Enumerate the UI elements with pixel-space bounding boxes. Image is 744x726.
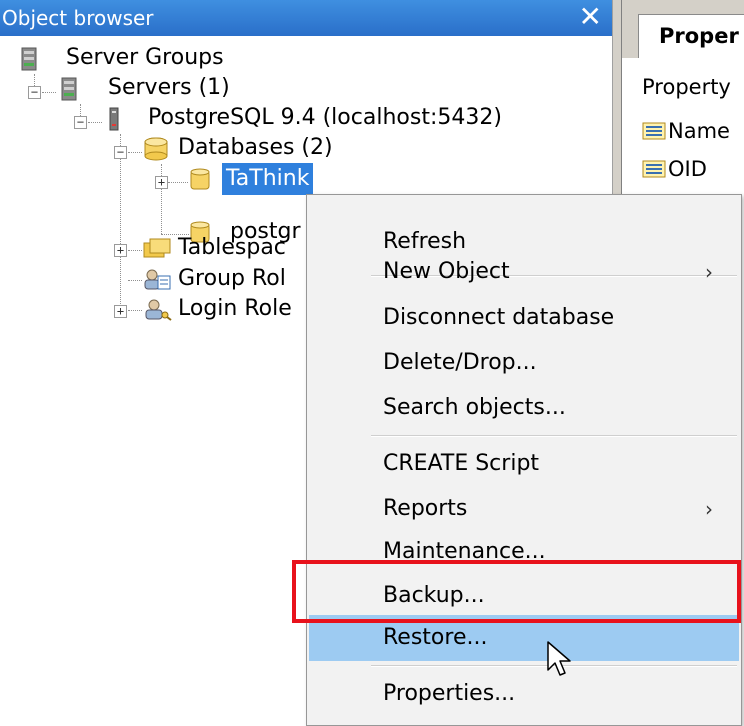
tree-item-databases[interactable]: Databases (2) <box>142 132 442 164</box>
menu-item-delete-drop[interactable]: Delete/Drop... <box>309 340 739 386</box>
menu-item-backup[interactable]: Backup... <box>309 573 739 619</box>
object-browser-title: Object browser <box>2 6 154 30</box>
property-label: OID <box>668 157 707 181</box>
expand-toggle[interactable]: + <box>114 244 127 257</box>
tree-line <box>128 152 142 153</box>
menu-item-label: Search objects... <box>383 395 566 420</box>
menu-item-label: Delete/Drop... <box>383 350 537 375</box>
submenu-arrow-icon: › <box>705 497 713 521</box>
tree-label: Group Rol <box>178 266 286 291</box>
menu-item-label: Reports <box>383 496 468 521</box>
tree-item-postgresql-server[interactable]: PostgreSQL 9.4 (localhost:5432) <box>104 102 564 134</box>
menu-item-label: Restore... <box>383 625 488 650</box>
tree-line <box>128 250 142 251</box>
tree-label: PostgreSQL 9.4 (localhost:5432) <box>148 105 502 130</box>
mouse-pointer-icon <box>547 641 571 676</box>
tree-label: Login Role <box>178 296 292 321</box>
context-menu: Refresh New Object › Disconnect database… <box>306 194 742 726</box>
properties-tab-bar: Proper <box>622 0 744 58</box>
menu-separator <box>371 435 737 437</box>
menu-item-label: Disconnect database <box>383 305 615 330</box>
tree-label: Databases (2) <box>178 135 333 160</box>
menu-item-properties[interactable]: Properties... <box>309 671 739 717</box>
menu-item-label: New Object <box>383 259 510 284</box>
collapse-toggle[interactable]: − <box>74 116 87 129</box>
menu-item-label: Properties... <box>383 681 516 706</box>
submenu-arrow-icon: › <box>705 260 713 284</box>
menu-item-label: Backup... <box>383 583 485 608</box>
tree-line <box>120 134 121 314</box>
menu-item-label: Maintenance... <box>383 539 546 564</box>
menu-item-maintenance[interactable]: Maintenance... <box>309 529 739 575</box>
tree-item-server-groups[interactable]: Server Groups <box>20 42 320 74</box>
expand-toggle[interactable]: + <box>155 176 168 189</box>
collapse-toggle[interactable]: − <box>28 86 41 99</box>
tree-label: Tablespac <box>178 235 286 260</box>
servers-icon <box>61 77 77 101</box>
group-roles-icon <box>144 269 171 290</box>
tree-item-group-roles[interactable]: Group Rol <box>142 263 312 295</box>
menu-item-new-object[interactable]: New Object › <box>309 249 739 295</box>
tree-label: Servers (1) <box>108 75 230 100</box>
tree-item-database-tathink[interactable]: TaThink <box>188 163 348 195</box>
tree-line <box>168 182 188 183</box>
properties-header-property: Property <box>642 75 731 99</box>
close-icon[interactable]: ✕ <box>579 0 602 36</box>
tree-label: Server Groups <box>66 45 224 70</box>
collapse-toggle[interactable]: − <box>114 146 127 159</box>
object-browser-title-bar: Object browser ✕ <box>0 0 612 36</box>
tree-line <box>128 280 142 281</box>
server-groups-icon <box>21 47 37 71</box>
menu-item-reports[interactable]: Reports › <box>309 486 739 532</box>
tree-line <box>42 92 56 93</box>
menu-item-restore[interactable]: Restore... <box>309 615 739 661</box>
tree-label-selected: TaThink <box>222 163 314 195</box>
login-roles-icon <box>145 299 172 321</box>
database-icon <box>190 168 210 190</box>
folder-icon <box>143 238 171 258</box>
menu-item-label: CREATE Script <box>383 451 540 476</box>
tree-item-login-roles[interactable]: Login Role <box>142 293 312 325</box>
property-row-oid[interactable]: OID <box>642 154 707 184</box>
menu-item-create-script[interactable]: CREATE Script <box>309 441 739 487</box>
property-list-icon <box>642 122 666 140</box>
server-icon <box>109 107 119 131</box>
menu-item-disconnect-database[interactable]: Disconnect database <box>309 295 739 341</box>
databases-icon <box>144 137 168 161</box>
tree-item-tablespaces[interactable]: Tablespac <box>142 232 312 264</box>
tab-properties[interactable]: Proper <box>638 14 744 58</box>
property-row-name[interactable]: Name <box>642 116 730 146</box>
expand-toggle[interactable]: + <box>114 305 127 318</box>
property-label: Name <box>668 119 730 143</box>
tree-line <box>88 122 102 123</box>
tree-item-servers[interactable]: Servers (1) <box>60 72 360 104</box>
property-list-icon <box>642 160 666 178</box>
tree-line <box>128 310 142 311</box>
menu-item-search-objects[interactable]: Search objects... <box>309 385 739 431</box>
